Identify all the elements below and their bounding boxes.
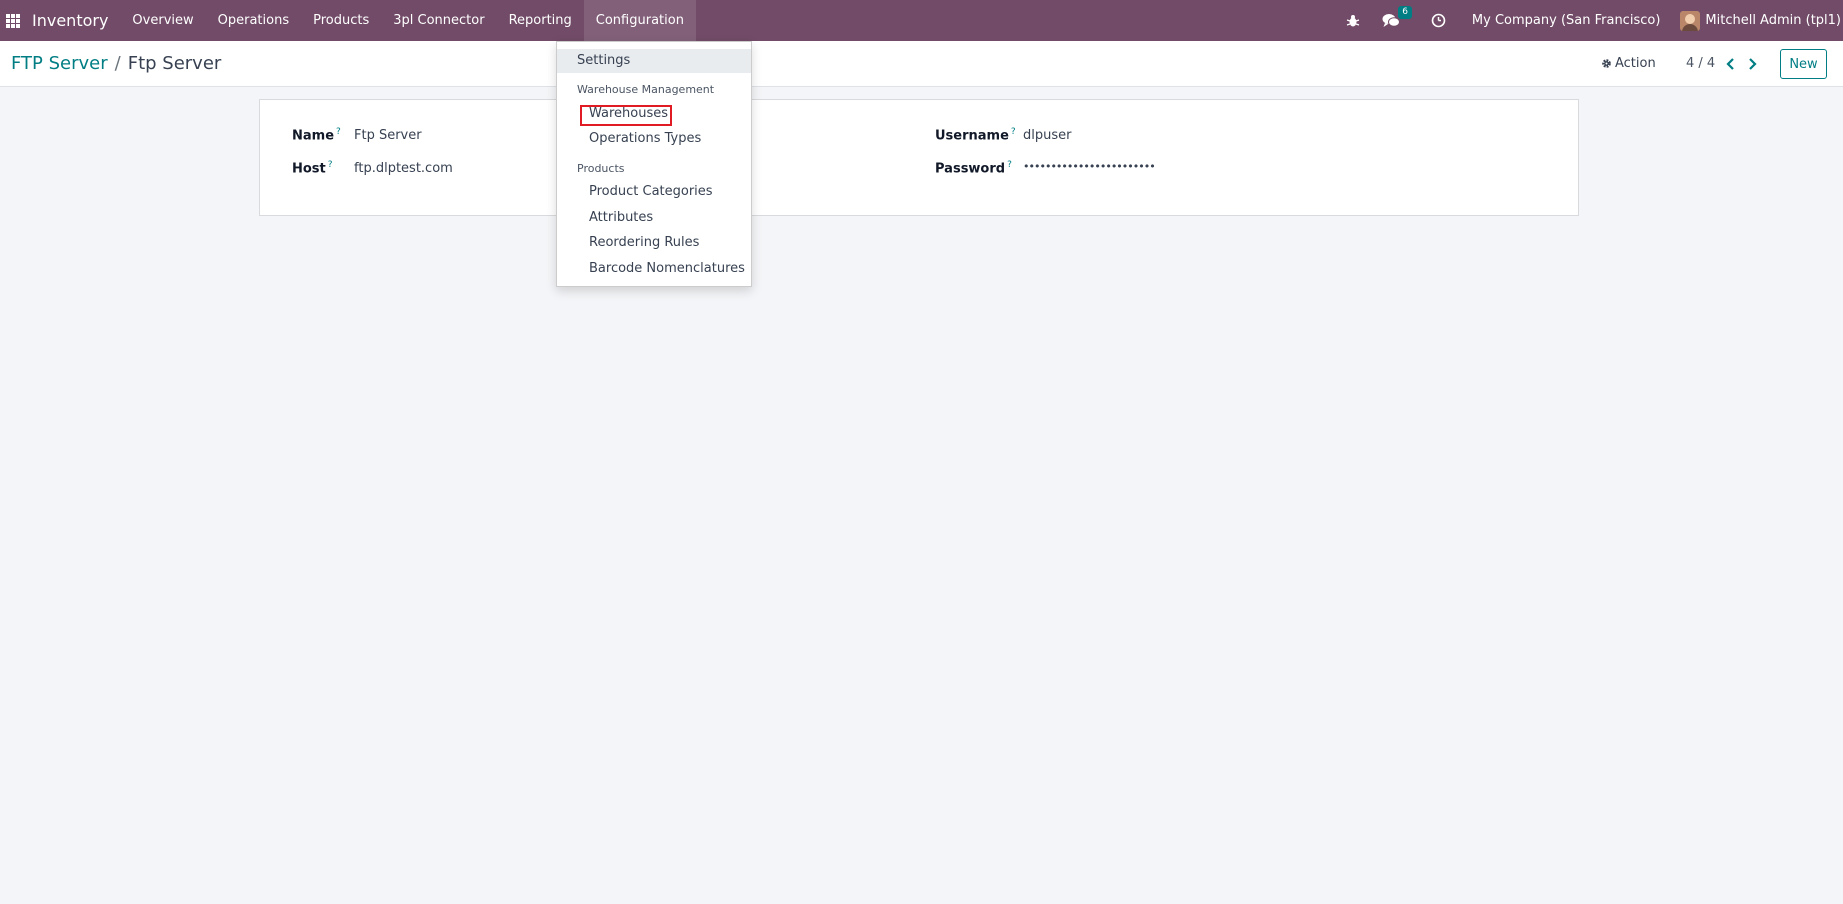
pager-value[interactable]: 4 / 4 xyxy=(1686,56,1715,71)
menu-configuration[interactable]: Configuration xyxy=(583,0,696,41)
menu-item-barcode-nomenclatures[interactable]: Barcode Nomenclatures xyxy=(557,257,751,281)
section-header-products: Products xyxy=(577,162,625,175)
menu-item-attributes[interactable]: Attributes xyxy=(557,206,751,230)
username-field[interactable]: dlpuser xyxy=(1023,128,1071,143)
password-label: Password? xyxy=(935,160,1012,177)
password-field[interactable]: •••••••••••••••••••••••• xyxy=(1023,160,1156,173)
pager-previous-button[interactable] xyxy=(1723,55,1737,73)
action-button[interactable]: Action xyxy=(1601,56,1656,71)
menu-reporting[interactable]: Reporting xyxy=(497,0,584,41)
avatar xyxy=(1680,10,1701,31)
chevron-left-icon xyxy=(1725,58,1734,70)
control-panel: FTP Server / Ftp Server Action 4 / 4 New xyxy=(0,41,1843,87)
bug-icon[interactable] xyxy=(1344,12,1362,30)
messages-badge: 6 xyxy=(1398,5,1412,19)
clock-icon[interactable] xyxy=(1430,12,1448,30)
menu-item-reordering-rules[interactable]: Reordering Rules xyxy=(557,231,751,255)
name-label: Name? xyxy=(292,127,341,144)
user-menu[interactable]: Mitchell Admin (tpl1) xyxy=(1680,10,1841,31)
breadcrumb-current: Ftp Server xyxy=(127,53,222,74)
apps-grid-icon[interactable] xyxy=(6,13,22,28)
configuration-dropdown: Settings Warehouse Management Warehouses… xyxy=(556,41,752,287)
main-menu: Overview Operations Products 3pl Connect… xyxy=(120,0,696,41)
menu-item-product-categories[interactable]: Product Categories xyxy=(557,180,751,204)
help-tooltip-icon[interactable]: ? xyxy=(1011,127,1016,137)
menu-item-settings[interactable]: Settings xyxy=(557,49,751,73)
form-sheet: Name? Ftp Server Host? ftp.dlptest.com U… xyxy=(259,99,1579,216)
gear-icon xyxy=(1602,59,1611,68)
host-field[interactable]: ftp.dlptest.com xyxy=(354,161,453,176)
section-header-warehouse-management: Warehouse Management xyxy=(577,83,715,96)
menu-operations[interactable]: Operations xyxy=(206,0,301,41)
user-name: Mitchell Admin (tpl1) xyxy=(1705,13,1841,28)
chevron-right-icon xyxy=(1748,58,1757,70)
warehouses-highlight-box xyxy=(580,105,672,126)
breadcrumb-parent-link[interactable]: FTP Server xyxy=(11,53,108,74)
app-brand[interactable]: Inventory xyxy=(32,11,108,30)
new-button[interactable]: New xyxy=(1780,49,1827,79)
action-label: Action xyxy=(1615,56,1656,71)
navbar-systray: 6 My Company (San Francisco) Mitchell Ad… xyxy=(1334,0,1843,41)
top-navbar: Inventory Overview Operations Products 3… xyxy=(0,0,1843,41)
chat-icon[interactable]: 6 xyxy=(1382,5,1412,30)
name-field[interactable]: Ftp Server xyxy=(354,128,422,143)
pager-next-button[interactable] xyxy=(1745,55,1759,73)
breadcrumb-separator: / xyxy=(114,53,121,74)
breadcrumb: FTP Server / Ftp Server xyxy=(11,53,221,74)
menu-products[interactable]: Products xyxy=(301,0,381,41)
help-tooltip-icon[interactable]: ? xyxy=(1007,160,1012,170)
menu-3pl-connector[interactable]: 3pl Connector xyxy=(381,0,496,41)
menu-item-operations-types[interactable]: Operations Types xyxy=(557,127,751,151)
host-label: Host? xyxy=(292,160,333,177)
help-tooltip-icon[interactable]: ? xyxy=(336,127,341,137)
company-switcher[interactable]: My Company (San Francisco) xyxy=(1472,13,1660,28)
menu-overview[interactable]: Overview xyxy=(120,0,205,41)
username-label: Username? xyxy=(935,127,1016,144)
help-tooltip-icon[interactable]: ? xyxy=(328,160,333,170)
